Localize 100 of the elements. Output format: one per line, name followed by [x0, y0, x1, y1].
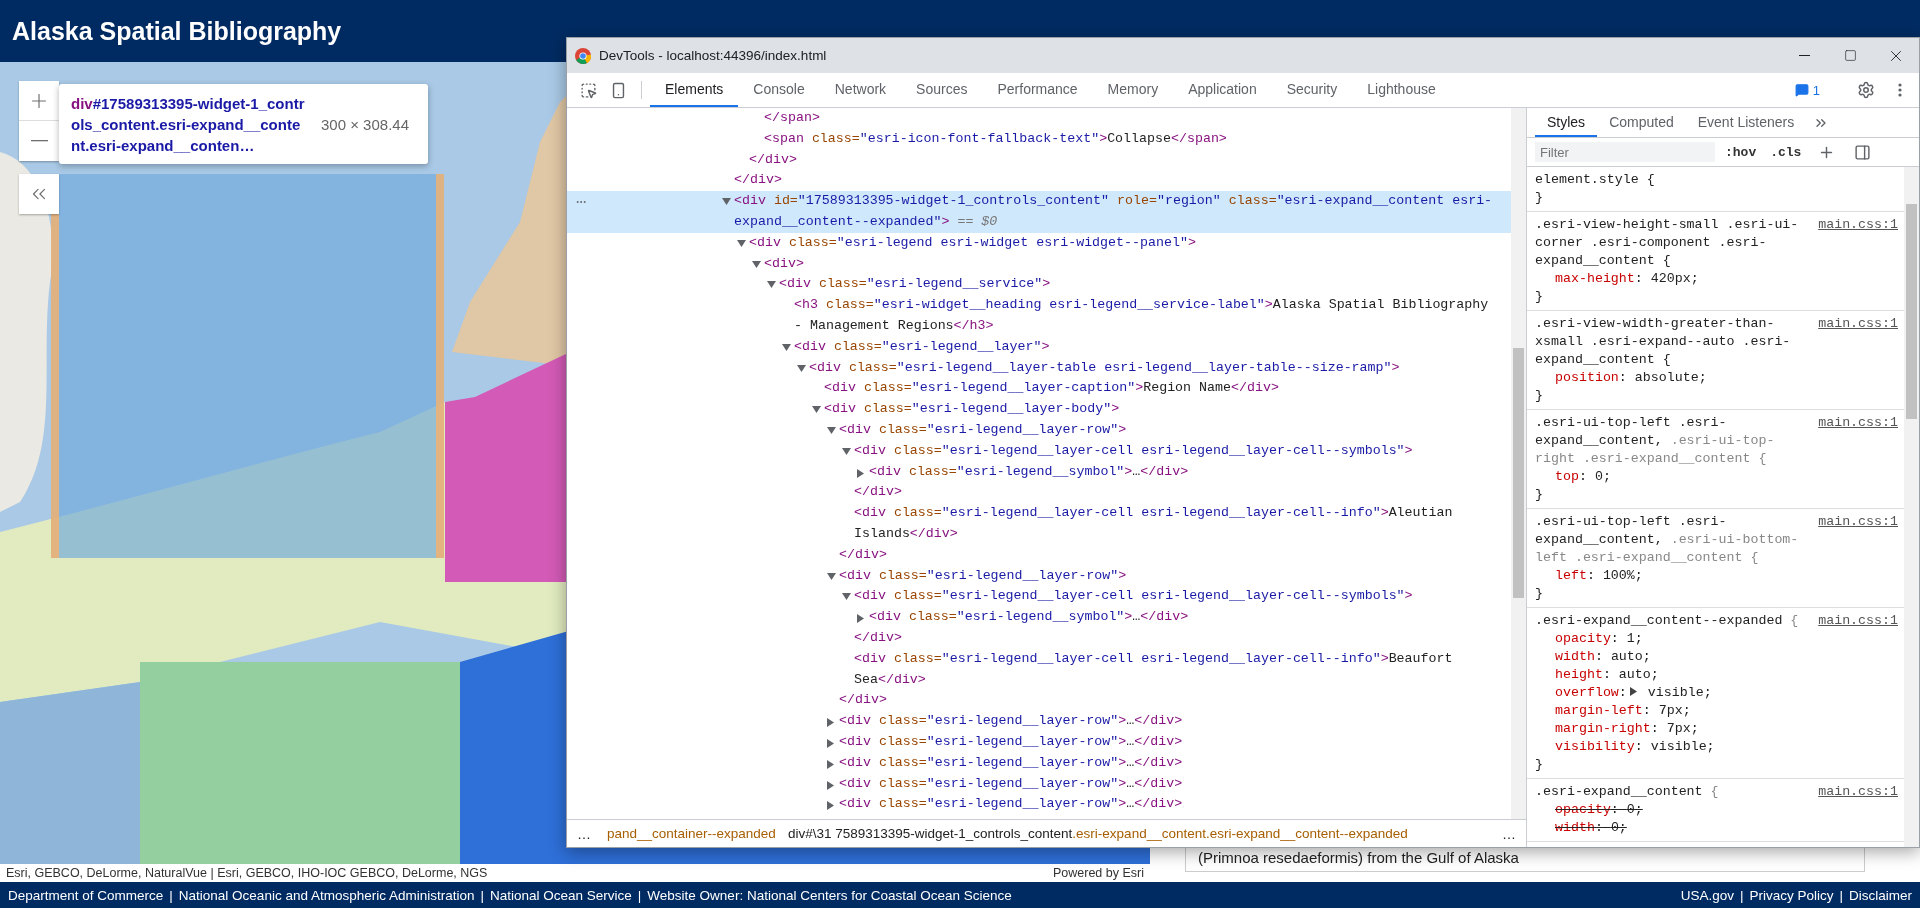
source-link[interactable]: main.css:1 [1818, 513, 1898, 531]
panel-tab[interactable]: Network [819, 73, 902, 107]
footer-link[interactable]: USA.gov [1680, 887, 1734, 903]
tree-row[interactable]: <div class="esri-legend__layer-cell esri-legend__layer-cell--info">Aleutian Islands</div> [567, 503, 1511, 545]
css-declaration[interactable]: opacity: 1; [1535, 630, 1898, 648]
sidebar-tab[interactable]: Event Listeners [1685, 108, 1807, 137]
source-link[interactable]: main.css:1 [1818, 216, 1898, 234]
tree-row[interactable]: <div class="esri-legend__layer-row">…</div> [567, 731, 1511, 753]
expand-arrow-icon[interactable] [1629, 687, 1637, 696]
code-line: <div class="esri-legend__layer-cell esri-legend__layer-cell--info">Aleutian Islands</div> [854, 504, 1454, 543]
panel-tab[interactable]: Performance [982, 73, 1093, 107]
css-declaration[interactable]: max-height: 420px; [1535, 270, 1898, 288]
tree-row[interactable]: <div class="esri-legend__layer-cell esri-legend__layer-cell--info">Beaufort Sea</div> [567, 648, 1511, 691]
css-declaration[interactable]: margin-right: 7px; [1535, 720, 1898, 738]
code-line: <div class="esri-legend__layer-cell esri-legend__layer-cell--symbols"> [854, 441, 1414, 460]
tree-row[interactable]: <div class="esri-legend esri-widget esri-widget--panel"> [567, 232, 1511, 254]
tree-row[interactable]: </span> [567, 108, 1511, 129]
footer-link[interactable]: Website Owner: National Centers for Coastal Ocean Science [647, 887, 1012, 903]
scrollbar[interactable] [1511, 108, 1526, 819]
tree-row[interactable]: <div class="esri-legend__layer-cell esri-legend__layer-cell--symbols"> [567, 586, 1511, 608]
tree-row[interactable]: <div class="esri-legend__layer-row">…</div> [567, 794, 1511, 816]
panel-tab[interactable]: Lighthouse [1352, 73, 1451, 107]
caret-icon[interactable] [767, 281, 776, 289]
panel-tab[interactable]: Application [1173, 73, 1272, 107]
tree-row[interactable]: <div class="esri-legend__symbol">…</div> [567, 607, 1511, 628]
caret-icon[interactable] [812, 406, 821, 414]
caret-icon[interactable] [827, 572, 836, 580]
tree-row[interactable]: <div class="esri-legend__layer-body"> [567, 399, 1511, 420]
caret-icon[interactable] [857, 614, 864, 624]
toggle-button[interactable]: :hov [1721, 144, 1761, 160]
code-line: <div id="17589313395-widget-1_controls_content" role="region" class="esri-expand__content esri-expand__content--expanded"> == $0 [734, 192, 1494, 231]
caret-icon[interactable] [827, 780, 834, 790]
code-line: </div> [854, 483, 903, 502]
css-declaration[interactable]: opacity: 0; [1535, 801, 1898, 819]
source-link[interactable]: main.css:1 [1818, 783, 1898, 801]
tree-row[interactable]: <div class="esri-legend__layer-caption">Region Name</div> [567, 378, 1511, 400]
css-declaration[interactable]: left: 100%; [1535, 567, 1898, 585]
scrollbar[interactable] [1904, 167, 1919, 847]
tree-row[interactable]: <div> [567, 253, 1511, 275]
cursor-square-icon [579, 81, 597, 99]
panel-tab[interactable]: Sources [901, 73, 983, 107]
breadcrumb[interactable]: pand__container--expanded [601, 826, 782, 841]
sidebar-tab[interactable]: Styles [1535, 108, 1598, 137]
css-declaration[interactable]: top: 0; [1535, 468, 1898, 486]
footer-link[interactable]: Department of Commerce [8, 887, 164, 903]
css-selector: .esri-ui-top-left .esri-expand__content, .esri-ui-top-right .esri-expand__content { [1535, 414, 1776, 468]
css-declaration[interactable]: visibility: visible; [1535, 738, 1898, 756]
caret-icon[interactable] [827, 759, 834, 769]
tree-row[interactable]: <div class="esri-legend__layer"> [567, 336, 1511, 358]
tree-row[interactable]: <div class="esri-legend__layer-row">…</div> [567, 711, 1511, 732]
tree-row[interactable]: <div class="esri-legend__layer-table esri-legend__layer-table--size-ramp"> [567, 357, 1511, 379]
tree-row[interactable]: <div class="esri-legend__layer-row">…</div> [567, 752, 1511, 774]
filter-field[interactable]: Filter [1535, 142, 1715, 162]
footer-link[interactable]: Privacy Policy [1749, 887, 1834, 903]
panel-tab[interactable]: Security [1271, 73, 1353, 107]
caret-icon[interactable] [797, 364, 806, 372]
app-title: Alaska Spatial Bibliography [12, 16, 342, 46]
tree-row[interactable]: <div class="esri-legend__service"> [567, 274, 1511, 296]
css-declaration[interactable]: height: auto; [1535, 666, 1898, 684]
source-link[interactable]: main.css:1 [1818, 414, 1898, 432]
caret-icon[interactable] [827, 801, 834, 811]
code-line: <span class="esri-icon-font-fallback-text">Collapse</span> [764, 129, 1228, 148]
issues-button[interactable]: 1 [1788, 82, 1826, 98]
sidebar-tab[interactable]: Computed [1597, 108, 1686, 137]
caret-icon[interactable] [857, 468, 864, 478]
tree-row[interactable]: <div class="esri-legend__layer-row">…</div> [567, 773, 1511, 795]
source-link[interactable]: main.css:1 [1818, 612, 1898, 630]
panel-tab[interactable]: Console [738, 73, 820, 107]
caret-icon[interactable] [752, 260, 761, 268]
footer-link[interactable]: National Oceanic and Atmospheric Administration [178, 887, 475, 903]
css-declaration[interactable]: margin-left: 7px; [1535, 702, 1898, 720]
caret-icon[interactable] [782, 343, 791, 351]
caret-icon[interactable] [842, 447, 851, 455]
caret-icon[interactable] [737, 239, 746, 247]
tree-row[interactable]: <div class="esri-legend__symbol">…</div> [567, 461, 1511, 483]
footer-link[interactable]: National Ocean Service [490, 887, 632, 903]
css-declaration[interactable]: width: auto; [1535, 648, 1898, 666]
scroll-left-button[interactable]: … [567, 825, 601, 842]
css-declaration[interactable]: width: 0; [1535, 819, 1898, 837]
tree-row[interactable]: <div class="esri-legend__layer-cell esri-legend__layer-cell--symbols"> [567, 440, 1511, 462]
tree-row[interactable]: <div class="esri-legend__layer-row"> [567, 565, 1511, 587]
footer-link[interactable]: Disclaimer [1849, 887, 1912, 903]
css-declaration[interactable]: position: absolute; [1535, 369, 1898, 387]
tree-row[interactable]: <span class="esri-icon-font-fallback-text">Collapse</span> [567, 128, 1511, 150]
source-link[interactable]: main.css:1 [1818, 315, 1898, 333]
panel-tab[interactable]: Memory [1092, 73, 1174, 107]
toggle-button[interactable]: .cls [1766, 144, 1806, 160]
css-selector: .esri-view-height-small .esri-ui-corner .esri-component .esri-expand__content { [1535, 216, 1800, 270]
caret-icon[interactable] [842, 593, 851, 601]
code-line: <div class="esri-legend__layer-row">…</div> [839, 795, 1184, 814]
tree-row[interactable]: <h3 class="esri-widget__heading esri-legend__service-label">Alaska Spatial Bibliography - Management Regions</h3> [567, 295, 1511, 337]
breadcrumb[interactable]: div#\31 7589313395-widget-1_controls_content.esri-expand__content.esri-expand__content--expanded [781, 826, 1414, 841]
scroll-right-button[interactable]: … [1492, 825, 1526, 842]
css-declaration[interactable]: overflow: visible; [1535, 684, 1898, 702]
tree-row[interactable]: <div id="17589313395-widget-1_controls_content" role="region" class="esri-expand__content esri-expand__content--expanded"> == $0 [567, 191, 1511, 233]
powered-by-text: Powered by Esri [1053, 866, 1144, 880]
caret-icon[interactable] [827, 426, 836, 434]
caret-icon[interactable] [722, 198, 731, 206]
tree-row[interactable]: <div class="esri-legend__layer-row"> [567, 419, 1511, 441]
panel-tab[interactable]: Elements [650, 73, 739, 107]
